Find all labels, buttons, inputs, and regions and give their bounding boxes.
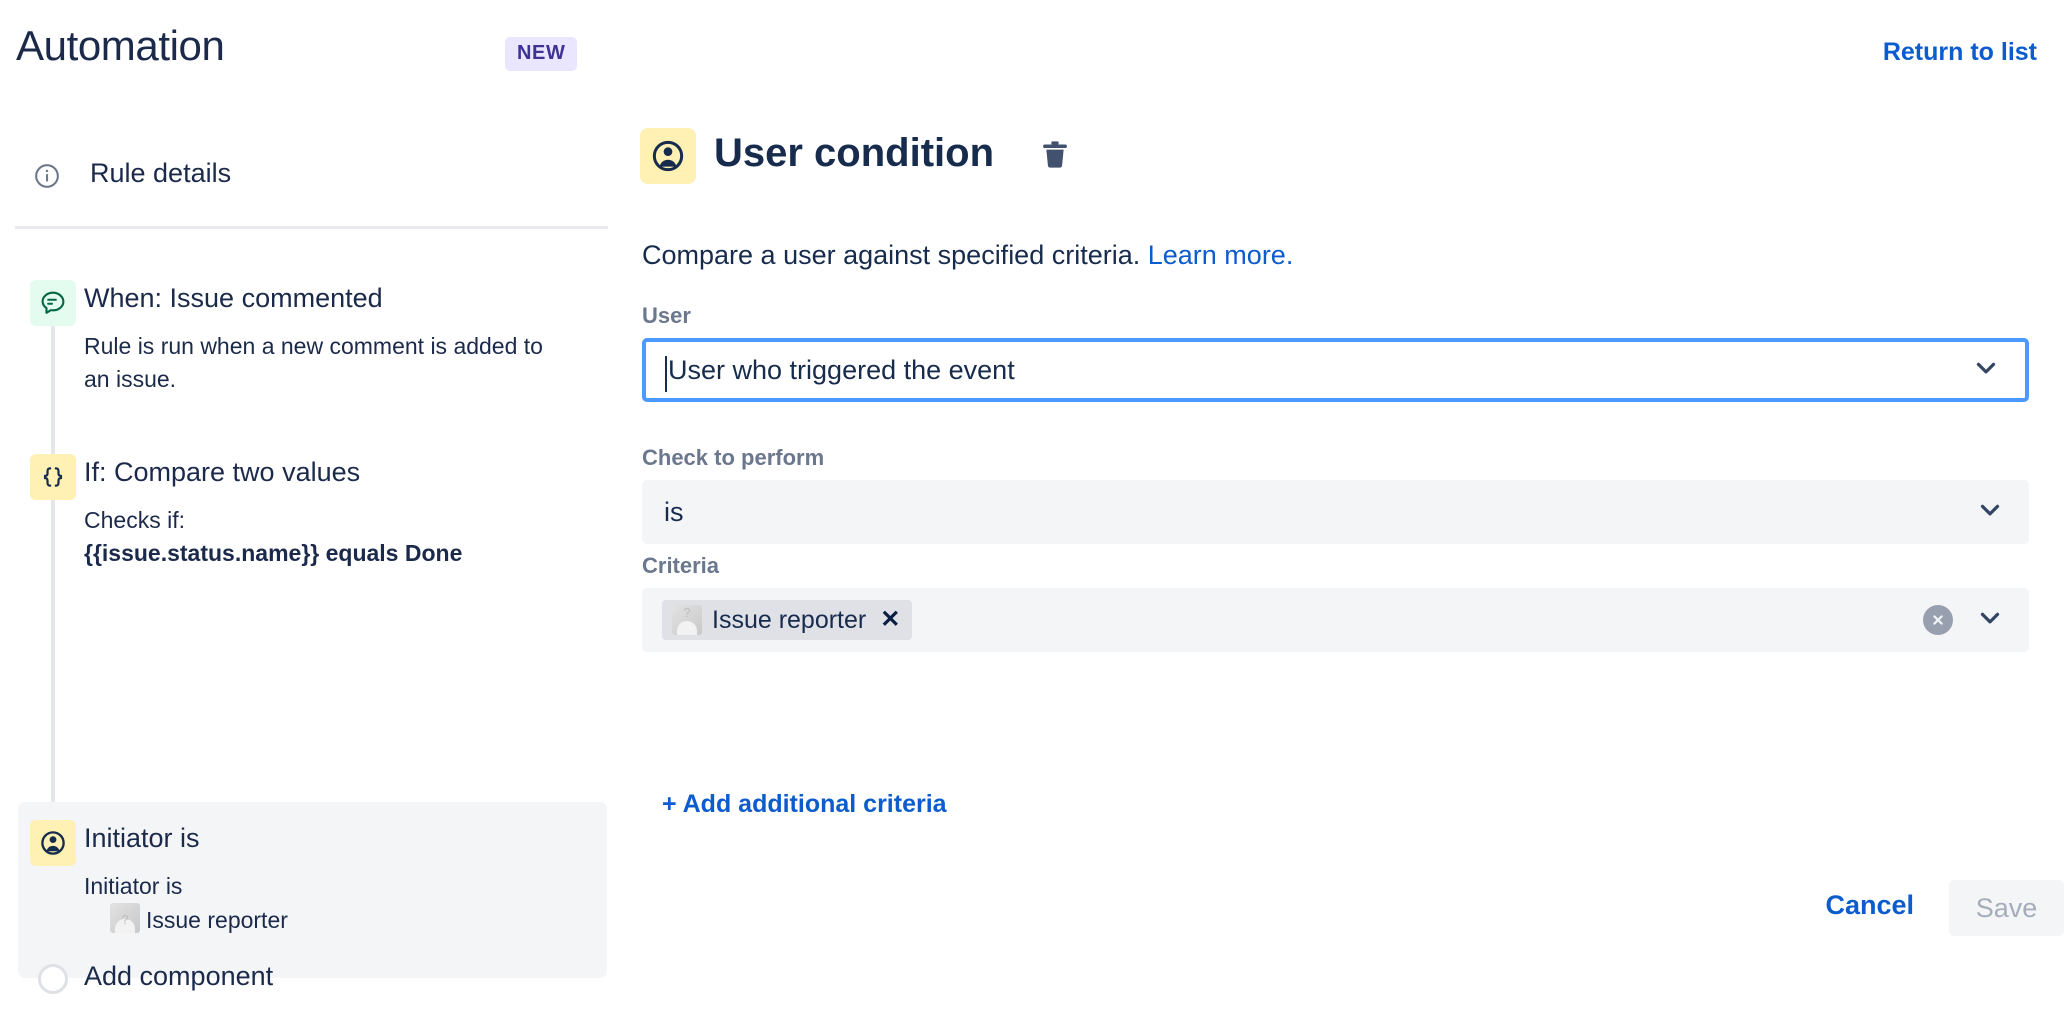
rule-sidebar: Rule details When: Issue commented Rule … (0, 90, 620, 1026)
avatar (110, 903, 140, 933)
add-additional-criteria-link[interactable]: + Add additional criteria (662, 790, 947, 819)
sidebar-node-description-line1: Checks if: (84, 507, 185, 533)
criteria-select[interactable]: Issue reporter ✕ (642, 588, 2029, 652)
text-caret (665, 356, 667, 392)
panel-description-text: Compare a user against specified criteri… (642, 240, 1141, 270)
sidebar-item-rule-details[interactable]: Rule details (0, 153, 600, 199)
learn-more-link[interactable]: Learn more. (1148, 240, 1294, 270)
sidebar-node-title: When: Issue commented (84, 283, 383, 313)
chip-remove-icon[interactable]: ✕ (880, 608, 900, 632)
criteria-chip-label: Issue reporter (712, 605, 867, 634)
sidebar-node-description-line1: Initiator is (84, 873, 183, 899)
cancel-button[interactable]: Cancel (1825, 890, 1914, 921)
criteria-chip: Issue reporter ✕ (662, 600, 913, 640)
check-to-perform-value: is (664, 496, 684, 527)
sidebar-node-title: Initiator is (84, 823, 200, 853)
clear-icon[interactable] (1923, 605, 1953, 635)
user-field-label: User (642, 303, 691, 328)
panel-title: User condition (714, 131, 995, 175)
info-circle-icon (34, 163, 60, 189)
empty-circle-icon (38, 964, 68, 994)
new-badge: NEW (505, 37, 578, 71)
save-button[interactable]: Save (1949, 880, 2064, 936)
sidebar-item-label: Rule details (90, 158, 232, 188)
add-component-label: Add component (84, 961, 274, 991)
return-to-list-link[interactable]: Return to list (1883, 38, 2037, 67)
user-circle-icon (30, 820, 76, 866)
chevron-down-icon[interactable] (1971, 353, 2001, 388)
sidebar-node-description-line2: Issue reporter (110, 903, 570, 937)
panel-description: Compare a user against specified criteri… (642, 240, 1293, 271)
sidebar-node-description: Rule is run when a new comment is added … (84, 333, 543, 392)
comment-icon (30, 280, 76, 326)
user-select-value: User who triggered the event (668, 354, 1015, 385)
user-circle-icon (640, 128, 696, 184)
trash-icon[interactable] (1038, 138, 1072, 177)
avatar (672, 605, 702, 635)
user-select[interactable]: User who triggered the event (642, 338, 2029, 402)
chevron-down-icon[interactable] (1975, 603, 2005, 638)
sidebar-node-description-line2: {{issue.status.name}} equals Done (84, 540, 463, 566)
sidebar-node-title: If: Compare two values (84, 457, 361, 487)
automation-rule-editor: Automation NEW Return to list Rule detai… (0, 0, 2064, 1026)
sidebar-divider (15, 226, 608, 229)
page-header: Automation NEW Return to list (0, 0, 2064, 90)
chevron-down-icon[interactable] (1975, 495, 2005, 530)
check-to-perform-label: Check to perform (642, 445, 825, 470)
page-title: Automation (16, 22, 225, 69)
condition-detail-panel: User condition Compare a user against sp… (640, 90, 2064, 1026)
avatar-label: Issue reporter (146, 907, 288, 933)
check-to-perform-select[interactable]: is (642, 480, 2029, 544)
criteria-label: Criteria (642, 553, 720, 578)
curly-braces-icon (30, 454, 76, 500)
add-component-button[interactable]: Add component (0, 956, 608, 1006)
